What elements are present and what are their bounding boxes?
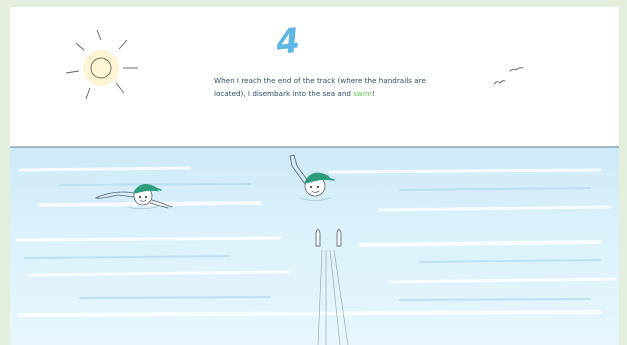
track [317,249,349,345]
caption-highlight-swim: swim [353,88,372,98]
drawing-layer [13,29,617,345]
handrails [315,229,342,247]
swimmer-waving [289,154,335,201]
birds-icon [493,67,524,85]
step-number: 4 [274,20,302,64]
caption-end: ! [371,88,375,98]
illustration-panel: 4 When I reach the end of the track (whe… [0,0,627,345]
caption-main: When I reach the end of the track (where… [214,76,426,98]
caption-text: When I reach the end of the track (where… [214,75,429,100]
sun-icon [65,29,138,100]
